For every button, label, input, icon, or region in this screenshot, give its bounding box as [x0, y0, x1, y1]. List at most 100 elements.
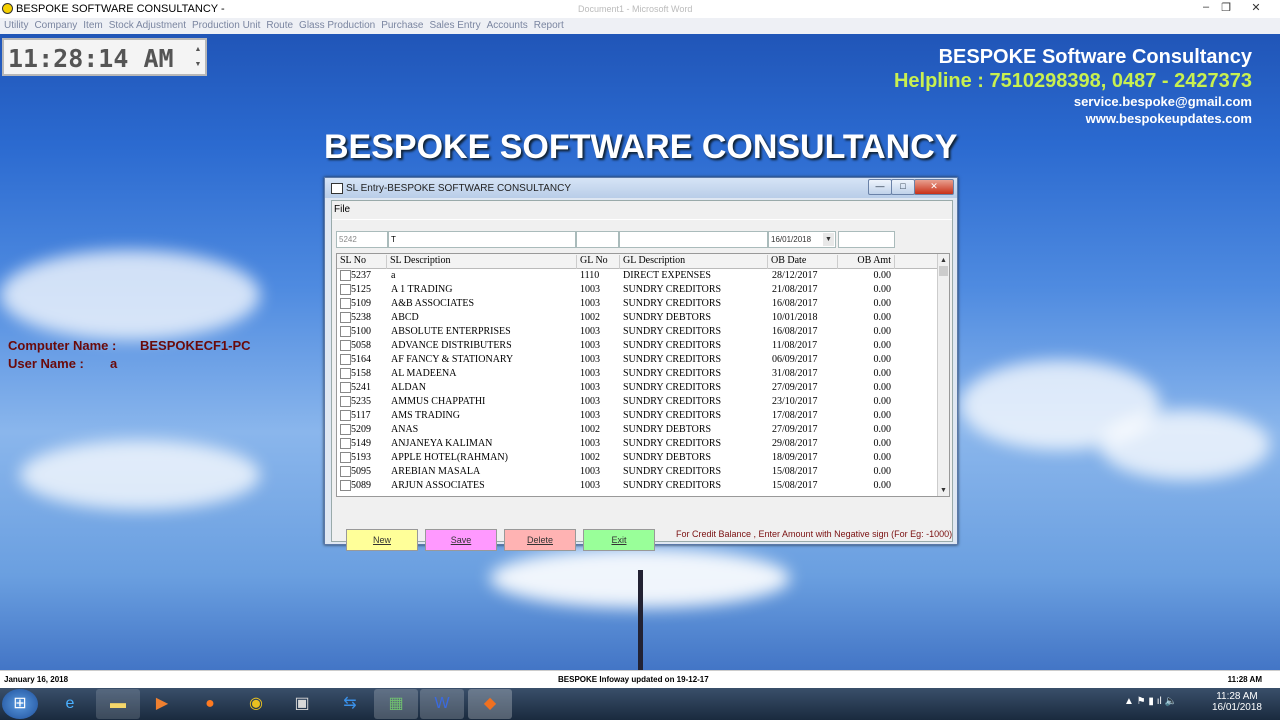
table-row[interactable]: 5109 A&B ASSOCIATES 1003 SUNDRY CREDITORS 16…: [337, 297, 937, 311]
row-checkbox[interactable]: [340, 354, 351, 365]
tray-icons[interactable]: ▲ ⚑ ▮ ıl 🔈: [1124, 696, 1177, 707]
ie-icon[interactable]: e: [48, 689, 92, 719]
menu-company[interactable]: Company: [34, 20, 77, 31]
ob-date-picker[interactable]: 16/01/2018 ▼: [768, 231, 836, 248]
table-row[interactable]: 5209 ANAS 1002 SUNDRY DEBTORS 27/09/2017 0.00: [337, 423, 937, 437]
table-row[interactable]: 5125 A 1 TRADING 1003 SUNDRY CREDITORS 21/08…: [337, 283, 937, 297]
cell-gl-description: SUNDRY DEBTORS: [623, 424, 712, 435]
status-time: 11:28 AM: [1227, 675, 1262, 684]
menu-item[interactable]: Item: [83, 20, 102, 31]
app-icon[interactable]: ▦: [374, 689, 418, 719]
maximize-icon[interactable]: □: [891, 179, 915, 195]
table-row[interactable]: 5058 ADVANCE DISTRIBUTERS 1003 SUNDRY CREDI…: [337, 339, 937, 353]
file-menu[interactable]: File: [334, 204, 350, 215]
col-sl-description[interactable]: SL Description: [387, 255, 577, 269]
table-row[interactable]: 5235 AMMUS CHAPPATHI 1003 SUNDRY CREDITORS 2…: [337, 395, 937, 409]
row-checkbox[interactable]: [340, 298, 351, 309]
table-row[interactable]: 5193 APPLE HOTEL(RAHMAN) 1002 SUNDRY DEBTOR…: [337, 451, 937, 465]
save-button[interactable]: Save: [425, 529, 497, 551]
status-bar: January 16, 2018 BESPOKE Infoway updated…: [0, 670, 1280, 689]
col-ob-date[interactable]: OB Date: [768, 255, 838, 269]
col-gl-description[interactable]: GL Description: [620, 255, 768, 269]
menu-utility[interactable]: Utility: [4, 20, 28, 31]
teamviewer-icon[interactable]: ⇆: [328, 689, 372, 719]
table-row[interactable]: 5158 AL MADEENA 1003 SUNDRY CREDITORS 31/08/…: [337, 367, 937, 381]
cell-sl-no: 5209: [351, 424, 371, 435]
cell-ob-date: 29/08/2017: [772, 438, 818, 449]
minimize-icon[interactable]: —: [868, 179, 892, 195]
row-checkbox[interactable]: [340, 466, 351, 477]
table-row[interactable]: 5164 AF FANCY & STATIONARY 1003 SUNDRY CRED…: [337, 353, 937, 367]
scroll-down-icon[interactable]: ▼: [938, 486, 949, 494]
row-checkbox[interactable]: [340, 312, 351, 323]
cell-gl-description: SUNDRY CREDITORS: [623, 354, 722, 365]
table-row[interactable]: 5100 ABSOLUTE ENTERPRISES 1003 SUNDRY CREDI…: [337, 325, 937, 339]
table-row[interactable]: 5241 ALDAN 1003 SUNDRY CREDITORS 27/09/2017 0…: [337, 381, 937, 395]
row-checkbox[interactable]: [340, 424, 351, 435]
table-row[interactable]: 5095 AREBIAN MASALA 1003 SUNDRY CREDITORS 15…: [337, 465, 937, 479]
cell-ob-date: 27/09/2017: [772, 382, 818, 393]
col-ob-amt[interactable]: OB Amt: [838, 255, 895, 269]
restore-icon[interactable]: ❐: [1216, 1, 1236, 15]
minimize-icon[interactable]: –: [1196, 1, 1216, 15]
cell-sl-description: ABCD: [391, 312, 419, 323]
bespoke-app-icon[interactable]: ◆: [468, 689, 512, 719]
sl-description-input[interactable]: T: [388, 231, 576, 248]
scroll-thumb[interactable]: [939, 266, 948, 276]
row-checkbox[interactable]: [340, 340, 351, 351]
clock-spinner[interactable]: ▲ ▼: [193, 42, 203, 72]
firefox-icon[interactable]: ●: [188, 689, 232, 719]
close-icon[interactable]: ✕: [914, 179, 954, 195]
exit-button[interactable]: Exit: [583, 529, 655, 551]
menu-accounts[interactable]: Accounts: [487, 20, 528, 31]
delete-button[interactable]: Delete: [504, 529, 576, 551]
menu-route[interactable]: Route: [266, 20, 293, 31]
explorer-icon[interactable]: ▬: [96, 689, 140, 719]
menu-sales-entry[interactable]: Sales Entry: [429, 20, 480, 31]
row-checkbox[interactable]: [340, 480, 351, 491]
cell-ob-date: 06/09/2017: [772, 354, 818, 365]
row-checkbox[interactable]: [340, 452, 351, 463]
grid-scrollbar[interactable]: ▲ ▼: [937, 254, 949, 496]
table-row[interactable]: 5238 ABCD 1002 SUNDRY DEBTORS 10/01/2018 0.00: [337, 311, 937, 325]
remote-desktop-icon[interactable]: ▣: [280, 689, 324, 719]
sl-no-input[interactable]: 5242: [336, 231, 388, 248]
row-checkbox[interactable]: [340, 326, 351, 337]
ob-amount-input[interactable]: [838, 231, 895, 248]
scroll-up-icon[interactable]: ▲: [938, 256, 949, 264]
menu-production-unit[interactable]: Production Unit: [192, 20, 260, 31]
gl-description-input[interactable]: [619, 231, 768, 248]
cell-ob-amt: 0.00: [873, 354, 892, 365]
cell-sl-no: 5125: [351, 284, 371, 295]
new-button[interactable]: New: [346, 529, 418, 551]
media-player-icon[interactable]: ▶: [140, 689, 184, 719]
row-checkbox[interactable]: [340, 270, 351, 281]
row-checkbox[interactable]: [340, 438, 351, 449]
menu-glass-production[interactable]: Glass Production: [299, 20, 375, 31]
row-checkbox[interactable]: [340, 410, 351, 421]
table-row[interactable]: 5149 ANJANEYA KALIMAN 1003 SUNDRY CREDITORS…: [337, 437, 937, 451]
row-checkbox[interactable]: [340, 368, 351, 379]
row-checkbox[interactable]: [340, 382, 351, 393]
row-checkbox[interactable]: [340, 396, 351, 407]
word-icon[interactable]: W: [420, 689, 464, 719]
col-gl-no[interactable]: GL No: [577, 255, 620, 269]
taskbar-clock[interactable]: 11:28 AM 16/01/2018: [1212, 691, 1262, 713]
menu-stock-adjustment[interactable]: Stock Adjustment: [109, 20, 186, 31]
gl-no-input[interactable]: [576, 231, 619, 248]
cell-gl-description: SUNDRY CREDITORS: [623, 340, 722, 351]
cell-sl-no: 5164: [351, 354, 371, 365]
dropdown-arrow-icon[interactable]: ▼: [823, 233, 834, 246]
row-checkbox[interactable]: [340, 284, 351, 295]
table-row[interactable]: 5237 a 1110 DIRECT EXPENSES 28/12/2017 0.00: [337, 269, 937, 283]
table-row[interactable]: 5117 AMS TRADING 1003 SUNDRY CREDITORS 17/08…: [337, 409, 937, 423]
table-row[interactable]: 5089 ARJUN ASSOCIATES 1003 SUNDRY CREDITORS…: [337, 479, 937, 493]
chrome-icon[interactable]: ◉: [234, 689, 278, 719]
menu-purchase[interactable]: Purchase: [381, 20, 423, 31]
menu-report[interactable]: Report: [534, 20, 564, 31]
start-orb-icon[interactable]: ⊞: [2, 689, 38, 719]
window-icon: [331, 183, 343, 194]
close-icon[interactable]: ✕: [1246, 1, 1266, 15]
cell-ob-date: 17/08/2017: [772, 410, 818, 421]
col-sl-no[interactable]: SL No: [337, 255, 387, 269]
